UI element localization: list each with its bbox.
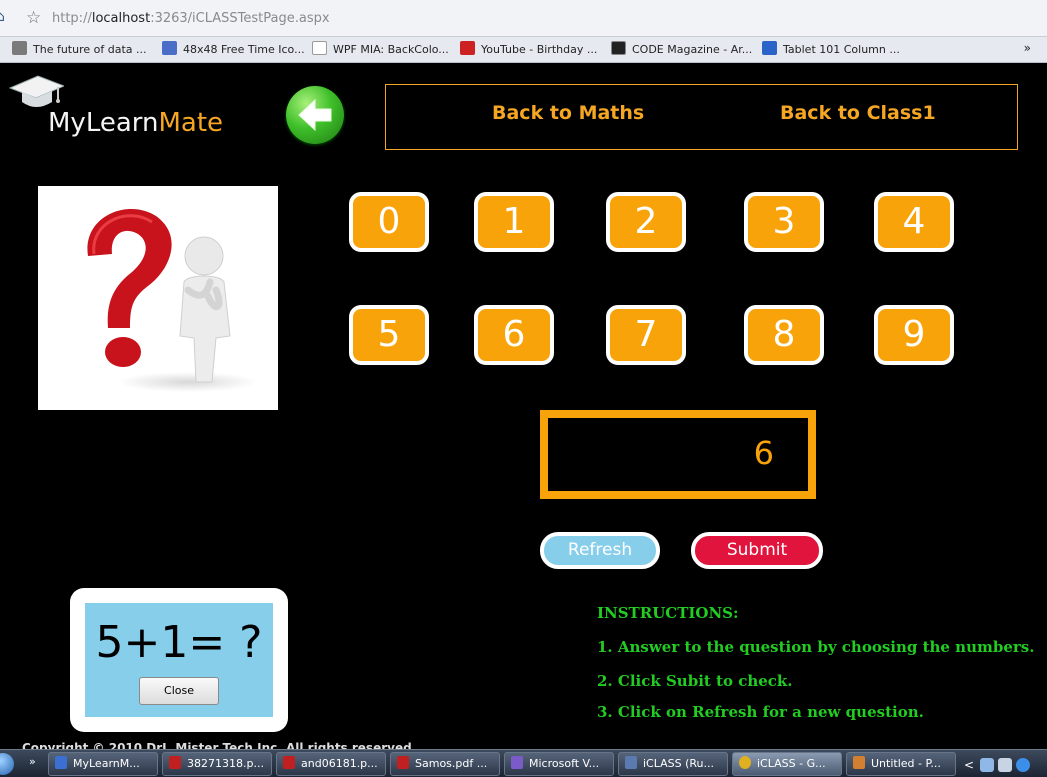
instructions-title: INSTRUCTIONS: bbox=[597, 604, 739, 622]
taskbar-item-label: iCLASS (Ru... bbox=[643, 757, 715, 770]
number-button-7[interactable]: 7 bbox=[606, 305, 686, 365]
messenger-icon[interactable] bbox=[1016, 757, 1031, 772]
bookmark-item[interactable]: WPF MIA: BackColo... bbox=[312, 41, 449, 59]
number-button-2[interactable]: 2 bbox=[606, 192, 686, 252]
start-button-icon[interactable] bbox=[0, 753, 14, 775]
back-to-class1-link[interactable]: Back to Class1 bbox=[780, 102, 936, 124]
visual-studio-icon bbox=[511, 756, 523, 769]
answer-value: 6 bbox=[753, 434, 774, 472]
bookmark-favicon-icon bbox=[762, 41, 777, 55]
network-icon[interactable] bbox=[980, 757, 995, 772]
number-button-5[interactable]: 5 bbox=[349, 305, 429, 365]
taskbar-item[interactable]: 38271318.p... bbox=[162, 752, 272, 776]
pdf-icon bbox=[283, 756, 295, 769]
taskbar-item-label: 38271318.p... bbox=[187, 757, 264, 770]
back-arrow-button[interactable] bbox=[286, 86, 344, 144]
number-button-9[interactable]: 9 bbox=[874, 305, 954, 365]
taskbar-item[interactable]: Untitled - P... bbox=[846, 752, 956, 776]
app-logo: MyLearnMate bbox=[48, 108, 223, 138]
taskbar: » MyLearnM... 38271318.p... and06181.p..… bbox=[0, 749, 1047, 777]
taskbar-item-label: and06181.p... bbox=[301, 757, 378, 770]
chrome-browser-icon bbox=[739, 756, 751, 769]
more-bookmarks-chevron-icon[interactable]: » bbox=[1024, 41, 1031, 55]
logo-learn: Learn bbox=[85, 108, 159, 138]
taskbar-item[interactable]: iCLASS (Ru... bbox=[618, 752, 728, 776]
url-path: :3263/iCLASSTestPage.aspx bbox=[150, 11, 330, 26]
volume-icon[interactable] bbox=[998, 757, 1013, 772]
bookmark-label: The future of data ... bbox=[33, 43, 147, 56]
bookmark-favicon-icon bbox=[12, 41, 27, 55]
url-field[interactable]: http://localhost:3263/iCLASSTestPage.asp… bbox=[52, 11, 330, 26]
instruction-line: 1. Answer to the question by choosing th… bbox=[597, 638, 1035, 656]
bookmark-label: CODE Magazine - Ar... bbox=[632, 43, 753, 56]
number-button-3[interactable]: 3 bbox=[744, 192, 824, 252]
taskbar-item[interactable]: Microsoft V... bbox=[504, 752, 614, 776]
bookmark-item[interactable]: Tablet 101 Column ... bbox=[762, 41, 900, 59]
pdf-icon bbox=[169, 756, 181, 769]
bookmark-item[interactable]: YouTube - Birthday ... bbox=[460, 41, 597, 59]
bookmarks-bar: The future of data ... 48x48 Free Time I… bbox=[0, 37, 1047, 63]
taskbar-item[interactable]: MyLearnM... bbox=[48, 752, 158, 776]
number-button-1[interactable]: 1 bbox=[474, 192, 554, 252]
back-to-maths-link[interactable]: Back to Maths bbox=[492, 102, 644, 124]
number-button-6[interactable]: 6 bbox=[474, 305, 554, 365]
bookmark-label: 48x48 Free Time Ico... bbox=[183, 43, 305, 56]
taskbar-item-label: Microsoft V... bbox=[529, 757, 600, 770]
question-figure-image bbox=[38, 186, 278, 410]
top-navigation: Back to Maths Back to Class1 bbox=[385, 84, 1018, 150]
page-content: MyLearnMate Back to Maths Back to Class1 bbox=[0, 64, 1047, 755]
left-arrow-icon bbox=[298, 98, 332, 132]
url-host: localhost bbox=[91, 11, 151, 26]
taskbar-item-label: Untitled - P... bbox=[871, 757, 941, 770]
close-button[interactable]: Close bbox=[139, 677, 219, 705]
bookmark-favicon-icon bbox=[162, 41, 177, 55]
bookmark-star-icon[interactable]: ☆ bbox=[26, 9, 44, 27]
bookmark-label: YouTube - Birthday ... bbox=[481, 43, 598, 56]
bookmark-label: WPF MIA: BackColo... bbox=[333, 43, 449, 56]
taskbar-overflow-chevron-icon[interactable]: » bbox=[29, 755, 36, 768]
thinking-figure-question-mark-icon bbox=[87, 209, 258, 392]
code-magazine-icon bbox=[611, 41, 626, 55]
word-doc-icon bbox=[55, 756, 67, 769]
taskbar-item-label: MyLearnM... bbox=[73, 757, 140, 770]
system-tray: < bbox=[964, 754, 1034, 774]
taskbar-item-label: Samos.pdf ... bbox=[415, 757, 488, 770]
bookmark-favicon-icon bbox=[312, 41, 327, 55]
instruction-line: 2. Click Subit to check. bbox=[597, 672, 793, 690]
bookmark-item[interactable]: 48x48 Free Time Ico... bbox=[162, 41, 305, 59]
tray-expand-chevron-icon[interactable]: < bbox=[964, 758, 974, 772]
bookmark-label: Tablet 101 Column ... bbox=[783, 43, 900, 56]
logo-my: My bbox=[48, 108, 86, 138]
number-button-4[interactable]: 4 bbox=[874, 192, 954, 252]
bookmark-item[interactable]: CODE Magazine - Ar... bbox=[611, 41, 752, 59]
number-button-8[interactable]: 8 bbox=[744, 305, 824, 365]
debug-run-icon bbox=[625, 756, 637, 769]
refresh-button[interactable]: Refresh bbox=[540, 532, 660, 569]
pdf-icon bbox=[397, 756, 409, 769]
submit-button[interactable]: Submit bbox=[691, 532, 823, 569]
question-popup: 5+1= ? Close bbox=[70, 588, 288, 732]
question-text: 5+1= ? bbox=[95, 617, 263, 668]
taskbar-item[interactable]: and06181.p... bbox=[276, 752, 386, 776]
url-prefix: http:// bbox=[52, 11, 92, 26]
paint-icon bbox=[853, 756, 865, 769]
youtube-icon bbox=[460, 41, 475, 55]
bookmark-item[interactable]: The future of data ... bbox=[12, 41, 147, 59]
answer-field[interactable]: 6 bbox=[540, 410, 816, 499]
taskbar-item[interactable]: Samos.pdf ... bbox=[390, 752, 500, 776]
browser-address-bar: ⌂ ☆ http://localhost:3263/iCLASSTestPage… bbox=[0, 0, 1047, 37]
question-panel: 5+1= ? Close bbox=[85, 603, 273, 717]
taskbar-item[interactable]: iCLASS - G... bbox=[732, 752, 842, 776]
logo-mate: Mate bbox=[158, 108, 224, 138]
taskbar-item-label: iCLASS - G... bbox=[757, 757, 826, 770]
instruction-line: 3. Click on Refresh for a new question. bbox=[597, 703, 924, 721]
home-icon[interactable]: ⌂ bbox=[0, 10, 8, 24]
number-button-0[interactable]: 0 bbox=[349, 192, 429, 252]
